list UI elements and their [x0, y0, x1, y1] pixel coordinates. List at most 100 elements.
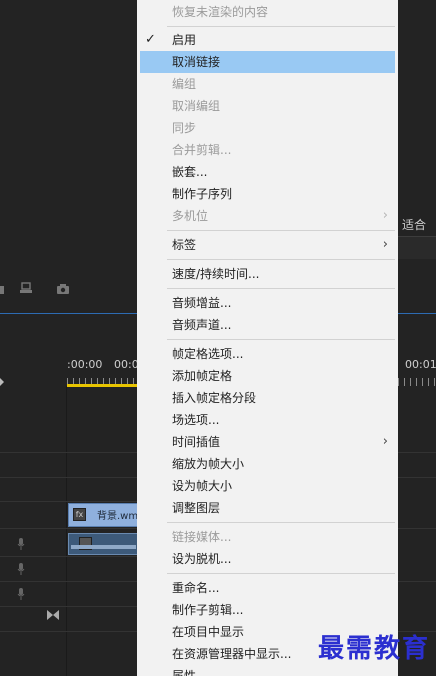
- export-frame-icon[interactable]: [19, 282, 33, 294]
- menu-item-properties[interactable]: 属性: [137, 665, 398, 676]
- context-menu: 恢复未渲染的内容 ✓ 启用 取消链接 编组 取消编组 同步 合并剪辑... 嵌套.…: [137, 0, 398, 676]
- menu-label: 嵌套...: [172, 165, 208, 179]
- menu-item-merge-clips[interactable]: 合并剪辑...: [137, 139, 398, 161]
- track-separator: [398, 477, 436, 478]
- mic-icon[interactable]: [17, 563, 25, 575]
- menu-label: 取消编组: [172, 99, 221, 113]
- menu-item-nest[interactable]: 嵌套...: [137, 161, 398, 183]
- monitor-toolbar-strip: [398, 236, 436, 259]
- menu-item-enable[interactable]: ✓ 启用: [137, 29, 398, 51]
- track-separator: [0, 528, 137, 529]
- bowtie-icon[interactable]: [47, 610, 59, 620]
- menu-label: 重命名...: [172, 581, 220, 595]
- menu-separator: [167, 288, 395, 289]
- work-area-bar[interactable]: [67, 384, 137, 387]
- menu-item-insert-frame-hold-segment[interactable]: 插入帧定格分段: [137, 387, 398, 409]
- menu-label: 同步: [172, 121, 197, 135]
- menu-separator: [167, 573, 395, 574]
- menu-label: 制作子序列: [172, 187, 233, 201]
- video-clip[interactable]: fx 背景.wmv: [68, 503, 139, 527]
- timecode-start: :00:00: [67, 358, 103, 371]
- menu-item-link-media[interactable]: 链接媒体...: [137, 526, 398, 548]
- menu-label: 多机位: [172, 209, 209, 223]
- watermark: 最需教育: [317, 634, 430, 664]
- submenu-arrow-icon: ›: [382, 434, 388, 449]
- track-separator: [0, 556, 137, 557]
- menu-item-unlink[interactable]: 取消链接: [140, 51, 395, 73]
- menu-label: 标签: [172, 238, 197, 252]
- menu-item-adjustment-layer[interactable]: 调整图层: [137, 497, 398, 519]
- menu-label: 音频增益...: [172, 296, 232, 310]
- menu-separator: [167, 26, 395, 27]
- menu-item-rename[interactable]: 重命名...: [137, 577, 398, 599]
- submenu-arrow-icon: ›: [382, 208, 388, 223]
- track-separator: [0, 581, 137, 582]
- menu-label: 设为脱机...: [172, 552, 232, 566]
- menu-item-frame-hold-options[interactable]: 帧定格选项...: [137, 343, 398, 365]
- menu-label: 设为帧大小: [172, 479, 233, 493]
- menu-item-audio-gain[interactable]: 音频增益...: [137, 292, 398, 314]
- timecode-right: 00:01:: [405, 358, 436, 371]
- timeline-right-panel: [398, 0, 436, 676]
- menu-item-set-to-frame-size[interactable]: 设为帧大小: [137, 475, 398, 497]
- menu-label: 插入帧定格分段: [172, 391, 257, 405]
- menu-label: 缩放为帧大小: [172, 457, 245, 471]
- menu-item-group[interactable]: 编组: [137, 73, 398, 95]
- menu-label: 帧定格选项...: [172, 347, 244, 361]
- menu-item-time-interpolation[interactable]: 时间插值 ›: [137, 431, 398, 453]
- menu-label: 速度/持续时间...: [172, 267, 260, 281]
- menu-item-make-subsequence[interactable]: 制作子序列: [137, 183, 398, 205]
- menu-item-speed-duration[interactable]: 速度/持续时间...: [137, 263, 398, 285]
- menu-label: 添加帧定格: [172, 369, 233, 383]
- menu-item-make-subclip[interactable]: 制作子剪辑...: [137, 599, 398, 621]
- track-separator: [0, 606, 137, 607]
- track-separator: [0, 501, 137, 502]
- menu-label: 在项目中显示: [172, 625, 245, 639]
- menu-label: 时间插值: [172, 435, 221, 449]
- menu-item-restore-unrendered[interactable]: 恢复未渲染的内容: [137, 1, 398, 23]
- menu-label: 音频声道...: [172, 318, 232, 332]
- menu-label: 场选项...: [172, 413, 220, 427]
- time-ruler-right[interactable]: [398, 372, 436, 386]
- checkmark-icon: ✓: [145, 32, 156, 47]
- submenu-arrow-icon: ›: [382, 237, 388, 252]
- menu-item-ungroup[interactable]: 取消编组: [137, 95, 398, 117]
- track-separator: [0, 477, 137, 478]
- menu-item-synchronize[interactable]: 同步: [137, 117, 398, 139]
- track-separator: [0, 631, 137, 632]
- mic-icon[interactable]: [17, 538, 25, 550]
- toolbar-edge-icon[interactable]: [0, 283, 8, 295]
- track-separator: [0, 452, 137, 453]
- menu-label: 合并剪辑...: [172, 143, 232, 157]
- menu-label: 在资源管理器中显示...: [172, 647, 292, 661]
- menu-label: 制作子剪辑...: [172, 603, 244, 617]
- menu-item-audio-channels[interactable]: 音频声道...: [137, 314, 398, 336]
- menu-item-make-offline[interactable]: 设为脱机...: [137, 548, 398, 570]
- menu-label: 链接媒体...: [172, 530, 232, 544]
- track-separator: [398, 452, 436, 453]
- audio-clip[interactable]: [68, 533, 139, 555]
- menu-label: 启用: [172, 33, 197, 47]
- menu-separator: [167, 339, 395, 340]
- menu-label: 取消链接: [172, 55, 221, 69]
- menu-item-label[interactable]: 标签 ›: [137, 234, 398, 256]
- clip-name: 背景.wmv: [97, 511, 137, 522]
- track-separator: [398, 528, 436, 529]
- menu-label: 调整图层: [172, 501, 221, 515]
- menu-item-field-options[interactable]: 场选项...: [137, 409, 398, 431]
- track-separator: [398, 581, 436, 582]
- menu-item-multi-camera[interactable]: 多机位 ›: [137, 205, 398, 227]
- menu-label: 编组: [172, 77, 197, 91]
- menu-item-add-frame-hold[interactable]: 添加帧定格: [137, 365, 398, 387]
- fx-badge: fx: [73, 508, 86, 521]
- track-header-divider: [66, 386, 67, 676]
- mic-icon[interactable]: [17, 588, 25, 600]
- camera-icon[interactable]: [56, 283, 70, 295]
- menu-item-scale-to-frame-size[interactable]: 缩放为帧大小: [137, 453, 398, 475]
- audio-waveform: [71, 545, 136, 549]
- fit-dropdown[interactable]: 适合: [402, 216, 426, 233]
- menu-separator: [167, 230, 395, 231]
- menu-label: 属性: [172, 669, 197, 676]
- menu-separator: [167, 522, 395, 523]
- playhead-marker[interactable]: [0, 378, 4, 386]
